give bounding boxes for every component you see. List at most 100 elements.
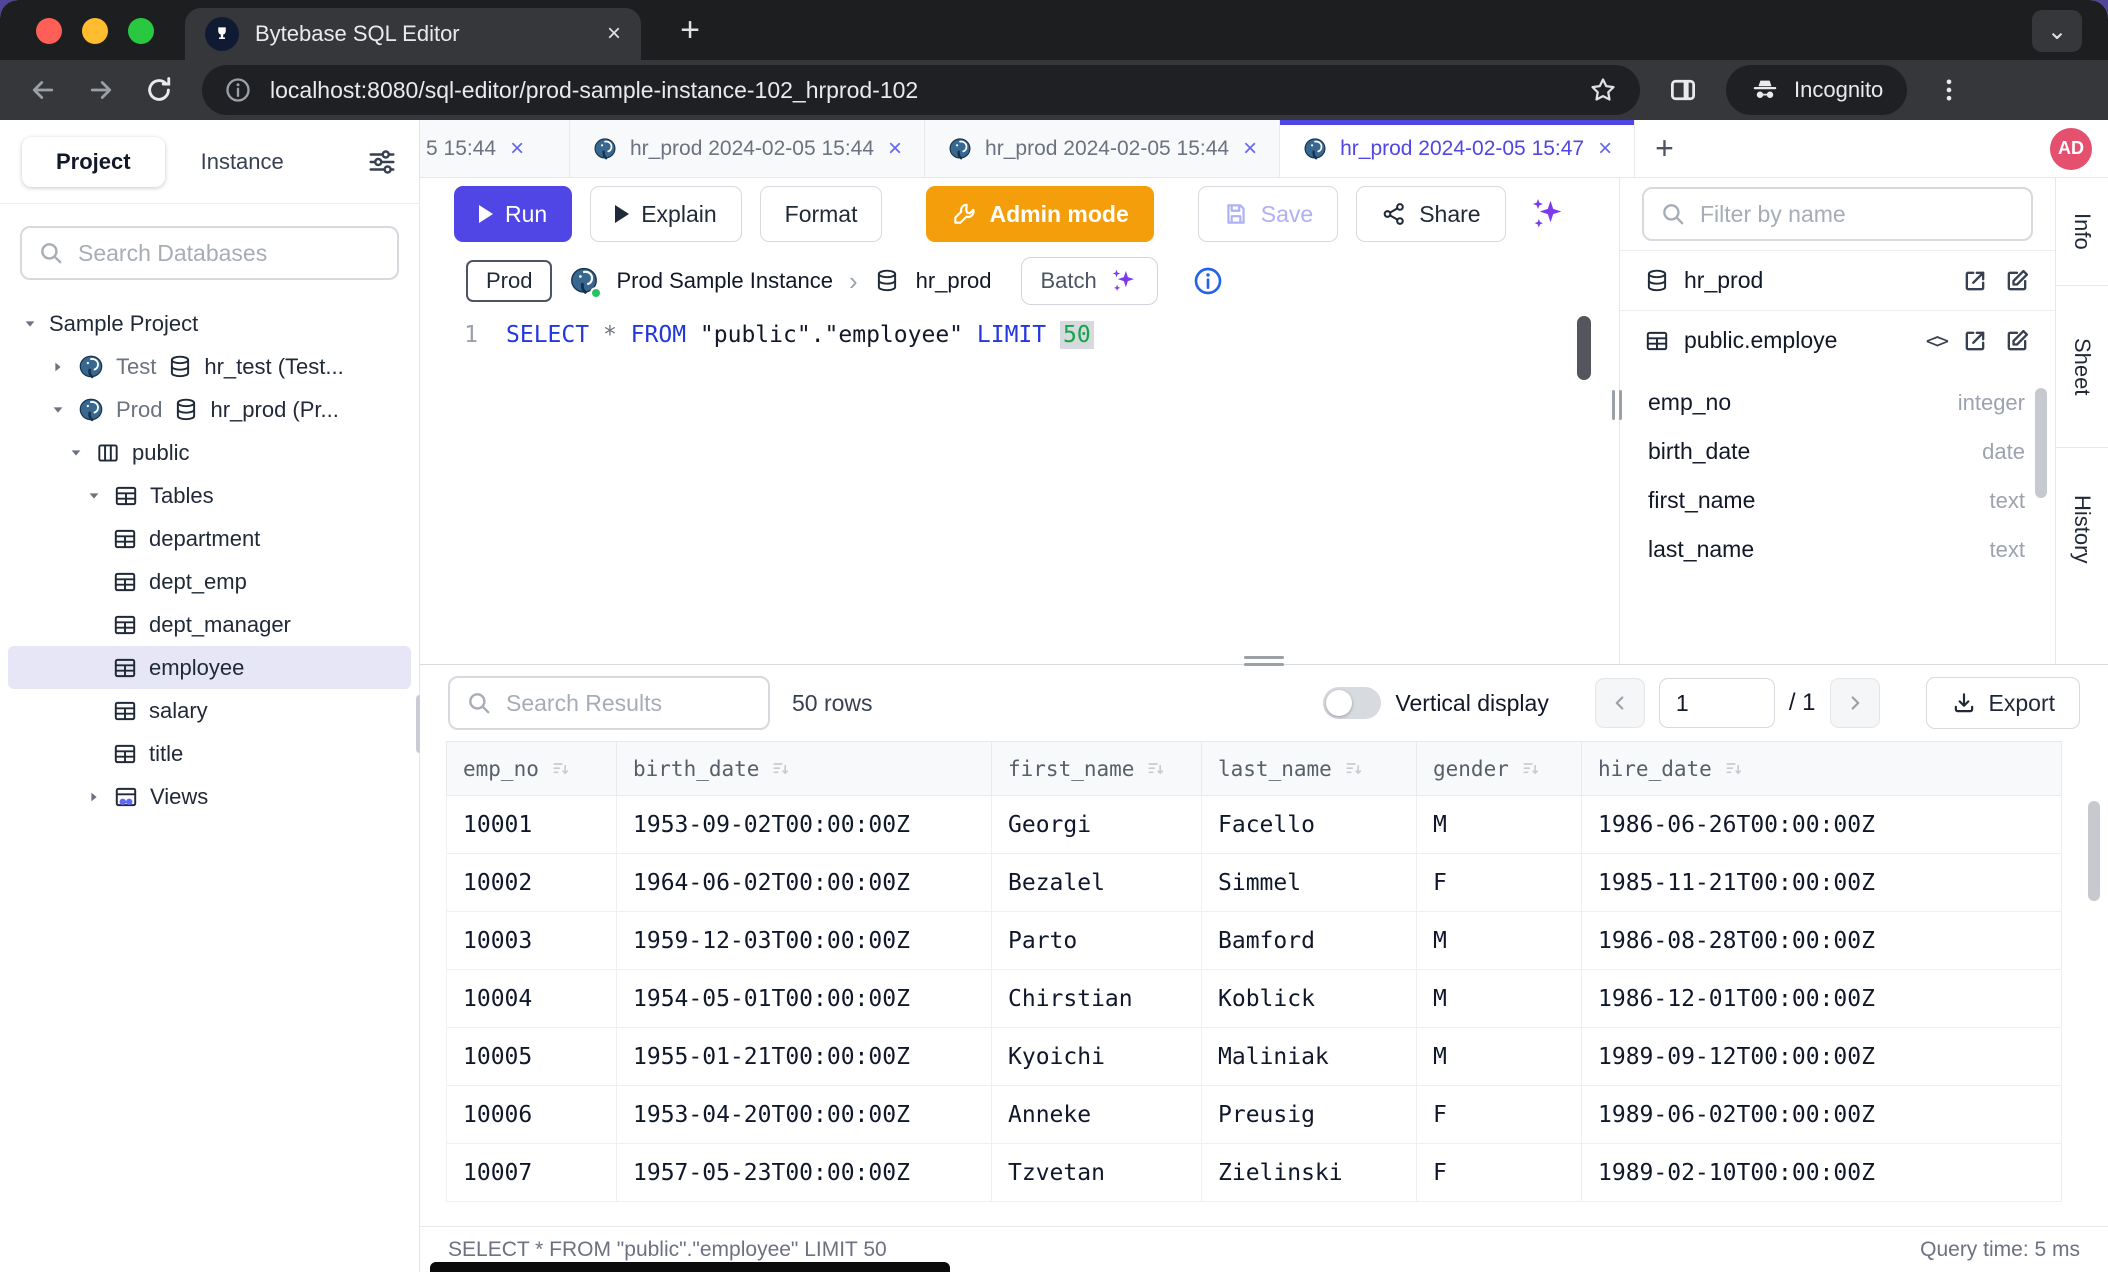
- open-database-icon[interactable]: [1961, 267, 1989, 295]
- column-row[interactable]: last_name text: [1648, 525, 2025, 574]
- edit-table-icon[interactable]: [2003, 327, 2031, 355]
- tab-sheet[interactable]: Sheet: [2056, 286, 2108, 448]
- connection-info-icon[interactable]: [1192, 265, 1224, 297]
- results-resize-handle[interactable]: [1244, 656, 1284, 666]
- sql-editor[interactable]: 1 SELECT * FROM "public"."employee" LIMI…: [420, 312, 1619, 664]
- column-header[interactable]: hire_date: [1582, 742, 2062, 796]
- admin-mode-button[interactable]: Admin mode: [926, 186, 1153, 242]
- tab-search-button[interactable]: ⌄: [2032, 10, 2082, 52]
- editor-tab-label: hr_prod 2024-02-05 15:44: [985, 137, 1229, 161]
- view-ddl-icon[interactable]: <>: [1926, 329, 1947, 353]
- tab-close-icon[interactable]: ×: [1598, 135, 1612, 163]
- editor-tab-3-active[interactable]: hr_prod 2024-02-05 15:47 ×: [1280, 120, 1635, 177]
- explain-button[interactable]: Explain: [590, 186, 741, 242]
- editor-scrollbar[interactable]: [1577, 316, 1591, 380]
- table-row[interactable]: 100011953-09-02T00:00:00ZGeorgiFacelloM1…: [447, 796, 2062, 854]
- share-button[interactable]: Share: [1356, 186, 1505, 242]
- env-label: Prod: [116, 397, 162, 423]
- tree-item-table-title[interactable]: title: [8, 732, 411, 775]
- close-window-button[interactable]: [36, 18, 62, 44]
- new-tab-button[interactable]: +: [668, 8, 712, 52]
- column-header[interactable]: first_name: [992, 742, 1202, 796]
- format-button[interactable]: Format: [760, 186, 883, 242]
- column-header[interactable]: last_name: [1202, 742, 1417, 796]
- sort-icon: [1521, 759, 1541, 779]
- tree-item-table-dept-manager[interactable]: dept_manager: [8, 603, 411, 646]
- results-scrollbar[interactable]: [2088, 801, 2100, 901]
- column-row[interactable]: first_name text: [1648, 476, 2025, 525]
- search-results-input[interactable]: [506, 690, 752, 717]
- column-header[interactable]: birth_date: [617, 742, 992, 796]
- tree-item-prod-db[interactable]: Prod hr_prod (Pr...: [8, 388, 411, 431]
- search-databases-input[interactable]: [78, 240, 381, 267]
- editor-tab-2[interactable]: hr_prod 2024-02-05 15:44 ×: [925, 120, 1280, 177]
- reload-icon[interactable]: [144, 75, 174, 105]
- tab-close-icon[interactable]: ×: [510, 135, 524, 163]
- window-controls[interactable]: [36, 18, 154, 44]
- editor-tab-0[interactable]: 5 15:44 ×: [420, 120, 570, 177]
- browser-tab[interactable]: Bytebase SQL Editor ×: [185, 8, 641, 60]
- column-row[interactable]: emp_no integer: [1648, 378, 2025, 427]
- database-search[interactable]: [20, 226, 399, 280]
- share-icon: [1381, 201, 1407, 227]
- side-panel-icon[interactable]: [1668, 75, 1698, 105]
- instance-name[interactable]: Prod Sample Instance: [616, 268, 832, 294]
- column-header[interactable]: emp_no: [447, 742, 617, 796]
- user-avatar[interactable]: AD: [2050, 128, 2092, 170]
- tab-close-icon[interactable]: ×: [1243, 135, 1257, 163]
- table-row[interactable]: 100041954-05-01T00:00:00ZChirstianKoblic…: [447, 970, 2062, 1028]
- url-text[interactable]: localhost:8080/sql-editor/prod-sample-in…: [270, 77, 1570, 104]
- site-info-icon[interactable]: [224, 76, 252, 104]
- forward-icon[interactable]: [86, 75, 116, 105]
- editor-tab-1[interactable]: hr_prod 2024-02-05 15:44 ×: [570, 120, 925, 177]
- schema-filter[interactable]: [1642, 187, 2033, 241]
- results-search[interactable]: [448, 676, 770, 730]
- bookmark-star-icon[interactable]: [1588, 75, 1618, 105]
- tab-history[interactable]: History: [2056, 448, 2108, 610]
- tab-close-icon[interactable]: ×: [888, 135, 902, 163]
- zoom-window-button[interactable]: [128, 18, 154, 44]
- tree-item-table-employee[interactable]: employee: [8, 646, 411, 689]
- table-row[interactable]: 100071957-05-23T00:00:00ZTzvetanZielinsk…: [447, 1144, 2062, 1202]
- next-page-button[interactable]: [1830, 678, 1880, 728]
- minimize-window-button[interactable]: [82, 18, 108, 44]
- vertical-display-toggle[interactable]: [1323, 687, 1381, 719]
- open-table-icon[interactable]: [1961, 327, 1989, 355]
- run-button[interactable]: Run: [454, 186, 572, 242]
- database-name[interactable]: hr_prod: [916, 268, 992, 294]
- column-header[interactable]: gender: [1417, 742, 1582, 796]
- page-number-input[interactable]: [1659, 678, 1775, 728]
- sort-icon: [1724, 759, 1744, 779]
- table-row[interactable]: 100061953-04-20T00:00:00ZAnnekePreusigF1…: [447, 1086, 2062, 1144]
- tree-item-project[interactable]: Sample Project: [8, 302, 411, 345]
- save-button[interactable]: Save: [1198, 186, 1338, 242]
- filter-by-name-input[interactable]: [1700, 201, 2015, 228]
- prev-page-button[interactable]: [1595, 678, 1645, 728]
- save-icon: [1223, 201, 1249, 227]
- table-row[interactable]: 100051955-01-21T00:00:00ZKyoichiMaliniak…: [447, 1028, 2062, 1086]
- tree-item-schema-public[interactable]: public: [8, 431, 411, 474]
- address-bar[interactable]: localhost:8080/sql-editor/prod-sample-in…: [202, 65, 1640, 115]
- tree-item-table-dept-emp[interactable]: dept_emp: [8, 560, 411, 603]
- batch-mode-button[interactable]: Batch: [1021, 257, 1157, 305]
- edit-database-icon[interactable]: [2003, 267, 2031, 295]
- back-icon[interactable]: [28, 75, 58, 105]
- export-button[interactable]: Export: [1926, 677, 2080, 729]
- column-list-scrollbar[interactable]: [2035, 388, 2047, 498]
- tree-item-table-department[interactable]: department: [8, 517, 411, 560]
- ai-sparkle-icon[interactable]: [1528, 194, 1568, 234]
- tree-item-tables-group[interactable]: Tables: [8, 474, 411, 517]
- tab-info[interactable]: Info: [2056, 178, 2108, 286]
- table-row[interactable]: 100021964-06-02T00:00:00ZBezalelSimmelF1…: [447, 854, 2062, 912]
- browser-tab-close-icon[interactable]: ×: [607, 22, 621, 46]
- tree-item-test-db[interactable]: Test hr_test (Test...: [8, 345, 411, 388]
- new-sheet-button[interactable]: +: [1635, 120, 1694, 177]
- tab-instance[interactable]: Instance: [171, 137, 314, 187]
- tree-settings-icon[interactable]: [367, 147, 397, 177]
- tree-item-views-group[interactable]: Views: [8, 775, 411, 818]
- column-row[interactable]: birth_date date: [1648, 427, 2025, 476]
- browser-menu-icon[interactable]: [1935, 76, 1963, 104]
- table-row[interactable]: 100031959-12-03T00:00:00ZPartoBamfordM19…: [447, 912, 2062, 970]
- tree-item-table-salary[interactable]: salary: [8, 689, 411, 732]
- tab-project[interactable]: Project: [22, 137, 165, 187]
